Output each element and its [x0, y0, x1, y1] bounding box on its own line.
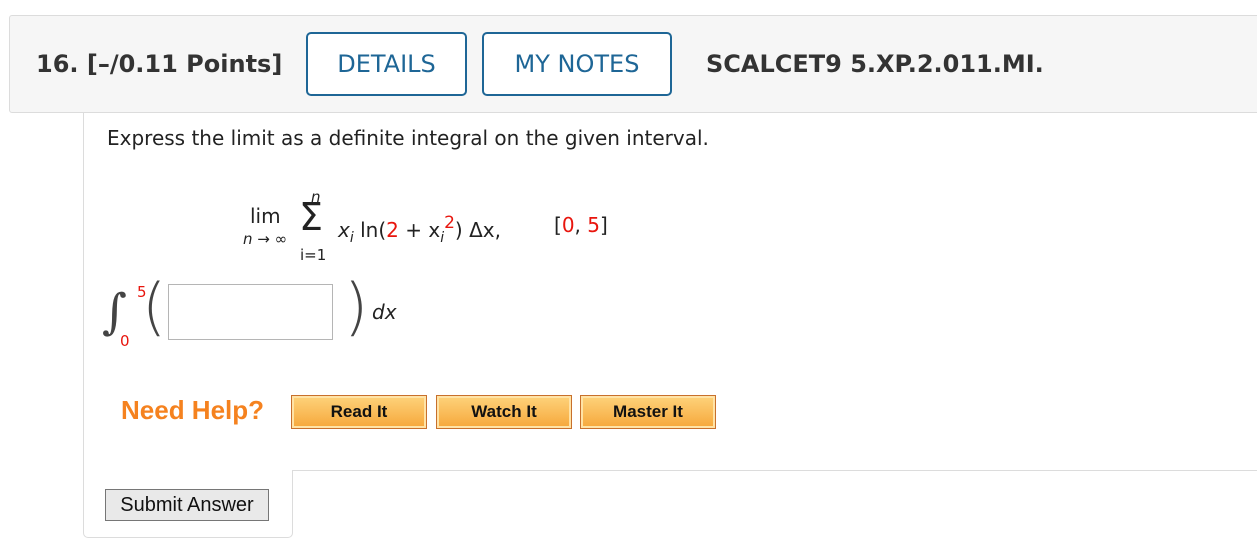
open-paren: ( — [142, 270, 167, 343]
interval-comma: , — [574, 213, 588, 237]
problem-code: SCALCET9 5.XP.2.011.MI. — [706, 50, 1044, 78]
panel-divider — [292, 470, 1257, 471]
master-it-button[interactable]: Master It — [580, 395, 716, 429]
need-help-label: Need Help? — [121, 395, 265, 425]
delta-x: ) Δx, — [454, 218, 501, 242]
x-var: x — [338, 218, 350, 242]
question-number: 16. [–/0.11 Points] — [36, 50, 283, 78]
summand: xi ln(2 + xi2) Δx, — [338, 213, 501, 246]
interval: [0, 5] — [554, 213, 608, 237]
lim-text: lim — [250, 204, 281, 228]
plus-x: + x — [398, 218, 441, 242]
my-notes-button[interactable]: MY NOTES — [482, 32, 672, 96]
interval-open: [ — [554, 213, 562, 237]
ln-open: ln( — [360, 218, 387, 242]
interval-b: 5 — [587, 213, 600, 237]
exponent: 2 — [444, 213, 455, 233]
integral-lower: 0 — [120, 332, 130, 350]
interval-a: 0 — [561, 213, 575, 237]
watch-it-button[interactable]: Watch It — [436, 395, 572, 429]
interval-close: ] — [600, 213, 608, 237]
index-sub: i — [349, 230, 354, 246]
sum-lower-bound: i=1 — [300, 246, 327, 264]
dx-text: dx — [372, 300, 397, 324]
lim-subscript: n → ∞ — [243, 230, 288, 248]
answer-input[interactable] — [168, 284, 333, 340]
details-button[interactable]: DETAILS — [306, 32, 467, 96]
constant-two: 2 — [386, 218, 399, 242]
question-prompt: Express the limit as a definite integral… — [107, 126, 709, 150]
submit-answer-button[interactable]: Submit Answer — [105, 489, 269, 521]
sigma-symbol: Σ — [299, 195, 324, 239]
question-header: 16. [–/0.11 Points] DETAILS MY NOTES SCA… — [9, 15, 1257, 113]
read-it-button[interactable]: Read It — [291, 395, 427, 429]
close-paren: ) — [344, 270, 369, 343]
